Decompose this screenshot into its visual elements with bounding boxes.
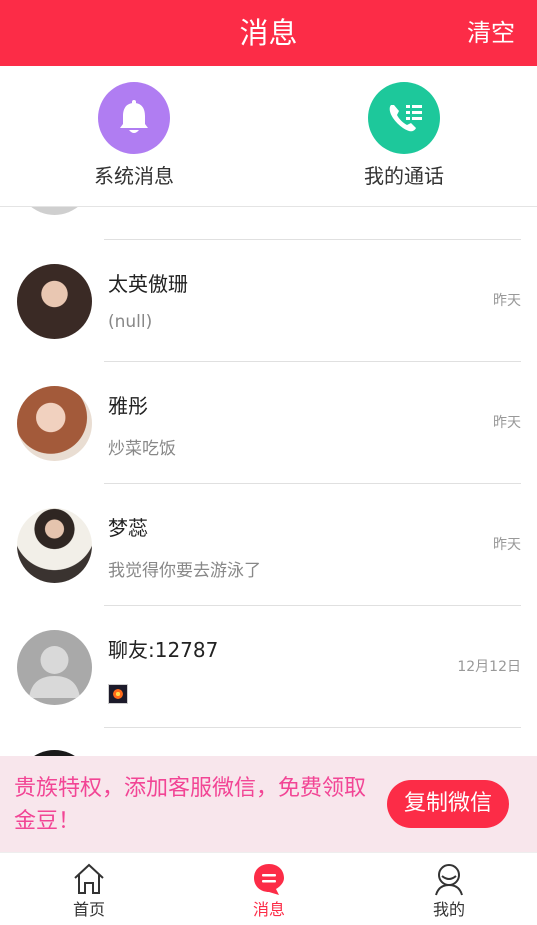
message-time: 昨天: [493, 415, 521, 431]
quick-entries: 系统消息 我的通话: [0, 66, 537, 207]
system-messages-label: 系统消息: [94, 164, 174, 188]
avatar: [17, 386, 92, 461]
clear-button[interactable]: 清空: [467, 0, 515, 66]
copy-wechat-button[interactable]: 复制微信: [387, 780, 509, 828]
contact-name: 太英傲珊: [108, 272, 188, 296]
tab-me-label: 我的: [432, 900, 465, 919]
promo-banner: 贵族特权，添加客服微信，免费领取金豆！ 复制微信: [0, 756, 537, 852]
promo-text: 贵族特权，添加客服微信，免费领取金豆！: [14, 776, 367, 834]
tab-home-label: 首页: [72, 900, 105, 919]
my-calls-entry[interactable]: 我的通话: [324, 82, 484, 190]
list-item[interactable]: 聊友:12787 12月12日: [0, 606, 537, 728]
tab-me[interactable]: 我的: [399, 861, 499, 921]
list-item[interactable]: [0, 207, 537, 240]
conversation-list[interactable]: 太英傲珊 (null) 昨天 雅彤 炒菜吃饭 昨天 梦蕊 我觉得你要去游泳了 昨…: [0, 207, 537, 756]
phone-list-icon: [368, 82, 440, 154]
avatar: [17, 508, 92, 583]
avatar-placeholder: [17, 630, 92, 705]
contact-name: 聊友:12787: [108, 638, 219, 662]
profile-icon: [431, 861, 467, 897]
system-messages-entry[interactable]: 系统消息: [54, 82, 214, 190]
tab-messages-label: 消息: [252, 900, 285, 919]
message-time: 昨天: [493, 293, 521, 309]
sticker-image: [108, 684, 128, 704]
message-preview: 我觉得你要去游泳了: [108, 561, 261, 581]
bell-icon: [98, 82, 170, 154]
tab-messages[interactable]: 消息: [219, 861, 319, 921]
contact-name: 梦蕊: [108, 516, 148, 540]
top-nav-bar: 消息 清空: [0, 0, 537, 66]
list-item[interactable]: 梦蕊 我觉得你要去游泳了 昨天: [0, 484, 537, 606]
avatar: [17, 264, 92, 339]
list-item[interactable]: 雅彤 炒菜吃饭 昨天: [0, 362, 537, 484]
tab-home[interactable]: 首页: [39, 861, 139, 921]
home-icon: [71, 861, 107, 897]
chat-icon: [251, 861, 287, 897]
message-time: 昨天: [493, 537, 521, 553]
divider: [104, 727, 521, 728]
my-calls-label: 我的通话: [364, 164, 444, 188]
avatar: [17, 207, 92, 215]
bottom-tab-bar: 首页 消息 我的: [0, 852, 537, 925]
page-title: 消息: [239, 16, 298, 50]
message-preview: 炒菜吃饭: [108, 439, 176, 459]
message-time: 12月12日: [457, 659, 521, 675]
message-preview: (null): [108, 312, 153, 332]
list-item[interactable]: 太英傲珊 (null) 昨天: [0, 240, 537, 362]
contact-name: 雅彤: [108, 394, 148, 418]
